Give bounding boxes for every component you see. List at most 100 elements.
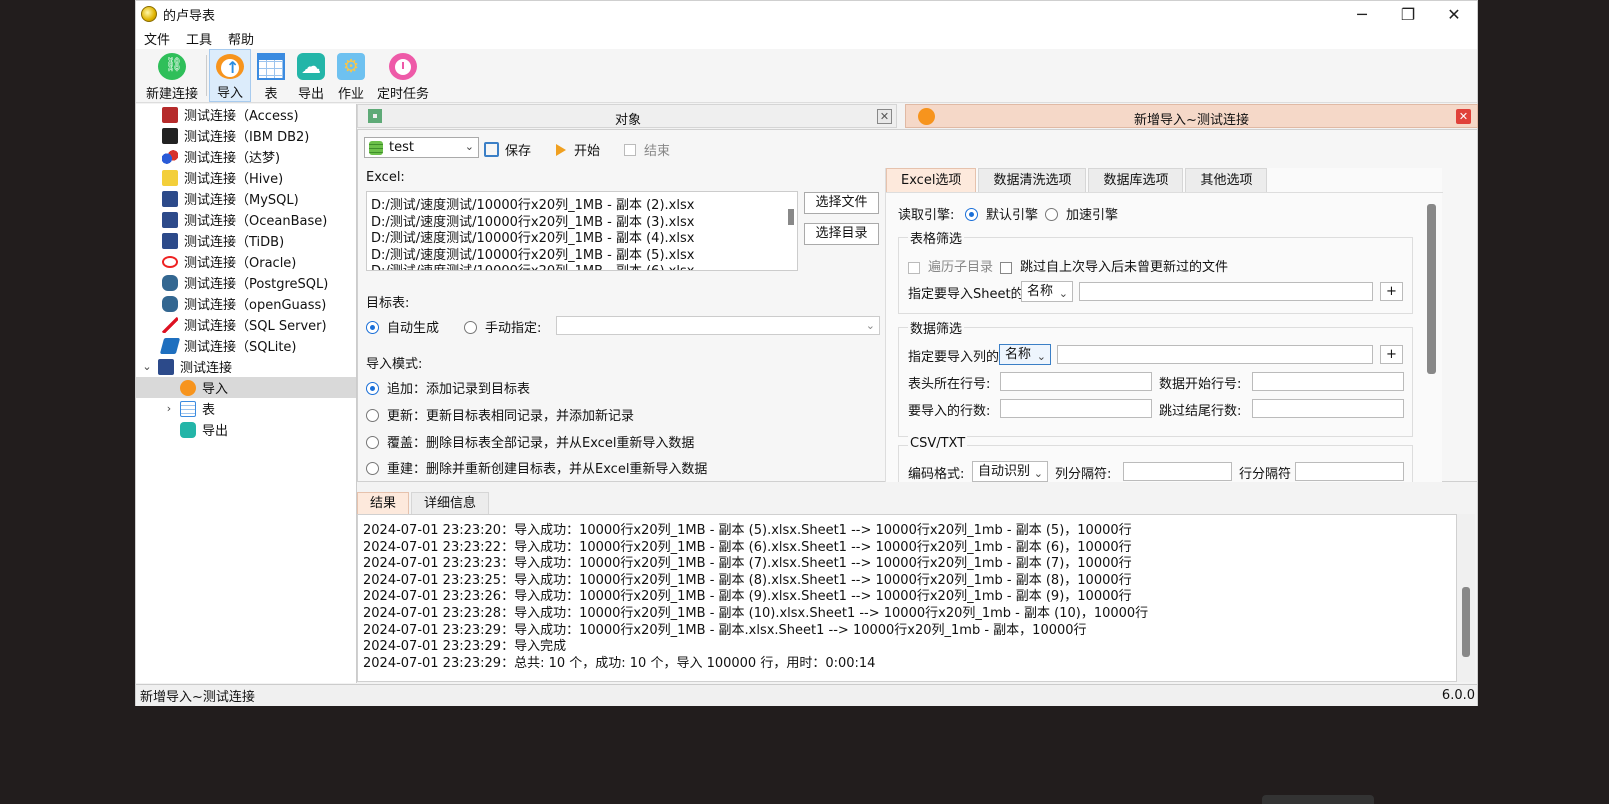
minimize-button[interactable]: ─: [1339, 1, 1385, 27]
log-scrollbar[interactable]: [1457, 514, 1475, 682]
chevron-right-icon[interactable]: ›: [162, 402, 176, 415]
tab-details[interactable]: 详细信息: [411, 492, 490, 514]
tab-excel-options[interactable]: Excel选项: [886, 168, 977, 192]
options-tabs: Excel选项 数据清洗选项 数据库选项 其他选项: [886, 168, 1269, 192]
tree-item-oceanbase[interactable]: 测试连接（OceanBase): [136, 209, 356, 230]
choose-file-button[interactable]: 选择文件: [804, 192, 879, 214]
checkbox[interactable]: [624, 143, 636, 156]
traverse-subdir-checkbox[interactable]: 遍历子目录: [908, 256, 993, 275]
tree-item-export[interactable]: 导出: [136, 419, 356, 440]
tree-item-db2[interactable]: 测试连接（IBM DB2): [136, 125, 356, 146]
tab-data-cleaning[interactable]: 数据清洗选项: [978, 168, 1087, 192]
row-separator-input[interactable]: [1295, 462, 1404, 481]
save-button[interactable]: 保存: [484, 140, 531, 159]
tree-item-test-connection[interactable]: ⌄ 测试连接: [136, 356, 356, 377]
scrollbar[interactable]: [788, 209, 794, 225]
manual-specify-radio[interactable]: 手动指定:: [464, 317, 541, 336]
auto-generate-radio[interactable]: 自动生成: [366, 317, 439, 336]
tree-item-oracle[interactable]: 测试连接（Oracle): [136, 251, 356, 272]
start-button[interactable]: 开始: [556, 140, 600, 159]
tree-item-import[interactable]: 导入: [136, 377, 356, 398]
database-select[interactable]: test ⌄: [364, 137, 479, 158]
skip-unchanged-label: 跳过自上次导入后未曾更新过的文件: [1020, 260, 1229, 275]
tree-item-hive[interactable]: 测试连接（Hive): [136, 167, 356, 188]
tree-item-dameng[interactable]: 测试连接（达梦): [136, 146, 356, 167]
tree-item-sqlserver[interactable]: 测试连接（SQL Server): [136, 314, 356, 335]
tree-item-label: 测试连接（OceanBase): [184, 214, 328, 229]
skip-unchanged-checkbox[interactable]: 跳过自上次导入后未曾更新过的文件: [1000, 256, 1228, 275]
engine-default-radio[interactable]: 默认引擎: [965, 204, 1038, 223]
encoding-select[interactable]: 自动识别 ⌄: [972, 461, 1048, 482]
sheet-names-input[interactable]: [1079, 282, 1373, 301]
header-row-label: 表头所在行号:: [908, 377, 991, 392]
stop-checkbox[interactable]: 结束: [624, 140, 670, 159]
tab-other-options[interactable]: 其他选项: [1185, 168, 1268, 192]
mode-update-radio[interactable]: 更新：更新目标表相同记录，并添加新记录: [366, 405, 634, 424]
radio-off[interactable]: [366, 409, 379, 422]
postgresql-icon: [162, 274, 178, 291]
chevron-down-icon[interactable]: ⌄: [140, 360, 154, 373]
radio-on[interactable]: [366, 382, 379, 395]
close-window-button[interactable]: ✕: [1431, 1, 1477, 27]
import-button[interactable]: 导入: [209, 49, 252, 102]
list-item[interactable]: D:/测试/速度测试/10000行x20列_1MB - 副本 (4).xlsx: [371, 227, 797, 246]
tree-item-opengauss[interactable]: 测试连接（openGuass): [136, 293, 356, 314]
list-item[interactable]: D:/测试/速度测试/10000行x20列_1MB - 副本 (2).xlsx: [371, 194, 797, 213]
status-text: 新增导入~测试连接: [140, 690, 255, 705]
header-row-input[interactable]: [1000, 372, 1152, 391]
scrollbar[interactable]: [1427, 204, 1436, 374]
tab-database-options[interactable]: 数据库选项: [1088, 168, 1184, 192]
scrollbar-thumb[interactable]: [1462, 587, 1470, 657]
table-button[interactable]: 表: [251, 49, 291, 102]
maximize-button[interactable]: ❐: [1385, 1, 1431, 27]
skip-tail-input[interactable]: [1252, 399, 1404, 418]
tree-item-postgresql[interactable]: 测试连接（PostgreSQL): [136, 272, 356, 293]
new-connection-button[interactable]: 新建连接: [140, 49, 204, 102]
data-start-input[interactable]: [1252, 372, 1404, 391]
menu-tools[interactable]: 工具: [178, 29, 220, 48]
list-item[interactable]: D:/测试/速度测试/10000行x20列_1MB - 副本 (5).xlsx: [371, 244, 797, 263]
sheet-mode-select[interactable]: 名称 ⌄: [1021, 281, 1073, 302]
list-item[interactable]: D:/测试/速度测试/10000行x20列_1MB - 副本 (3).xlsx: [371, 211, 797, 230]
menu-file[interactable]: 文件: [136, 29, 178, 48]
column-mode-select[interactable]: 名称 ⌄: [999, 344, 1051, 365]
checkbox[interactable]: [908, 261, 920, 274]
tab-results[interactable]: 结果: [357, 492, 410, 514]
mode-append-radio[interactable]: 追加：添加记录到目标表: [366, 378, 530, 397]
radio-off[interactable]: [464, 321, 477, 334]
choose-dir-button[interactable]: 选择目录: [804, 223, 879, 245]
scheduled-task-button[interactable]: 定时任务: [371, 49, 435, 102]
checkbox[interactable]: [1000, 261, 1012, 274]
radio-on[interactable]: [366, 321, 379, 334]
tree-item-table[interactable]: › 表: [136, 398, 356, 419]
column-separator-input[interactable]: [1123, 462, 1232, 481]
column-names-input[interactable]: [1057, 345, 1373, 364]
close-object-icon[interactable]: ✕: [877, 109, 892, 124]
engine-label: 读取引擎:: [898, 208, 955, 223]
close-import-icon[interactable]: ✕: [1456, 109, 1471, 124]
job-button[interactable]: 作业: [331, 49, 371, 102]
tree-item-sqlite[interactable]: 测试连接（SQLite): [136, 335, 356, 356]
tree-item-tidb[interactable]: 测试连接（TiDB): [136, 230, 356, 251]
status-bar: 新增导入~测试连接 6.0.0: [136, 684, 1477, 706]
radio-off[interactable]: [366, 436, 379, 449]
mode-rebuild-radio[interactable]: 重建：删除并重新创建目标表，并从Excel重新导入数据: [366, 458, 707, 477]
app-logo-icon: [141, 6, 157, 22]
target-table-select[interactable]: ⌄: [556, 316, 880, 335]
radio-off[interactable]: [366, 462, 379, 475]
mode-overwrite-radio[interactable]: 覆盖：删除目标表全部记录，并从Excel重新导入数据: [366, 432, 694, 451]
app-window: 的卢导表 ─ ❐ ✕ 文件 工具 帮助 新建连接 导入 表 导出: [135, 0, 1478, 706]
add-column-button[interactable]: +: [1380, 345, 1403, 364]
radio-off[interactable]: [1045, 208, 1058, 221]
tree-item-access[interactable]: 测试连接（Access): [136, 104, 356, 125]
tree-item-mysql[interactable]: 测试连接（MySQL): [136, 188, 356, 209]
radio-on[interactable]: [965, 208, 978, 221]
encoding-label: 编码格式:: [908, 467, 965, 482]
excel-file-list[interactable]: D:/测试/速度测试/10000行x20列_1MB - 副本 (2).xlsx …: [366, 191, 798, 271]
menu-help[interactable]: 帮助: [220, 29, 262, 48]
engine-fast-radio[interactable]: 加速引擎: [1045, 204, 1118, 223]
add-sheet-button[interactable]: +: [1380, 282, 1403, 301]
list-item[interactable]: D:/测试/速度测试/10000行x20列_1MB - 副本 (6).xlsx: [371, 260, 797, 270]
row-count-input[interactable]: [1000, 399, 1152, 418]
export-button[interactable]: 导出: [291, 49, 331, 102]
